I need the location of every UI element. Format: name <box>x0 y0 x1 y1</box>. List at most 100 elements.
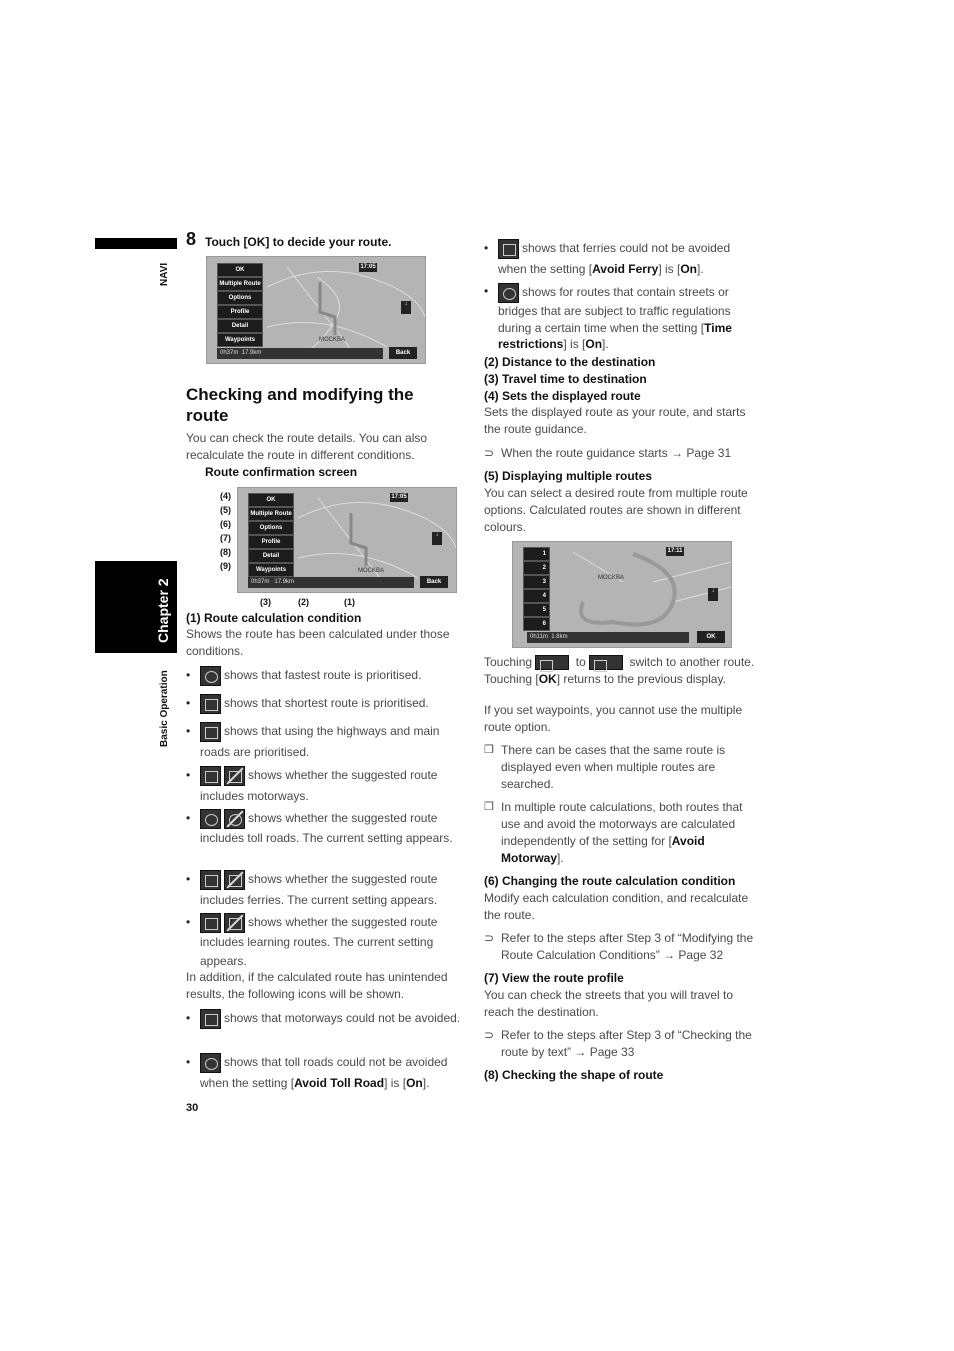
chapter-label: Chapter 2 <box>155 578 171 643</box>
options-button[interactable]: Options <box>248 521 294 535</box>
page-reference[interactable]: ⊃ When the route guidance starts → Page 3… <box>484 445 761 462</box>
profile-button[interactable]: Profile <box>217 305 263 319</box>
toll-road-icon <box>200 809 221 829</box>
heading-travel-time: (3) Travel time to destination <box>484 372 647 386</box>
list-item: • shows whether the suggested route inclu… <box>186 765 462 807</box>
callout-3: (3) <box>260 597 271 607</box>
paragraph: You can check the streets that you will … <box>484 988 734 1019</box>
route-info-bar: 0h37m 17.9km <box>248 577 414 588</box>
paragraph: Modify each calculation condition, and r… <box>484 891 749 922</box>
options-button[interactable]: Options <box>217 291 263 305</box>
travel-time: 0h37m <box>220 350 239 356</box>
shortest-route-icon <box>200 693 221 714</box>
city-label: MOCKBA <box>598 575 625 581</box>
profile-button[interactable]: Profile <box>248 535 294 549</box>
ok-button[interactable]: OK <box>697 631 725 643</box>
heading-shape-of-route: (8) Checking the shape of route <box>484 1068 664 1082</box>
north-icon[interactable]: ↓ <box>708 588 718 601</box>
chapter-bar <box>95 238 177 249</box>
main-roads-icon <box>200 721 221 742</box>
step-text: Touch [OK] to decide your route. <box>205 235 392 249</box>
paragraph: Touching to switch to another route. Tou… <box>484 655 755 686</box>
clock: 17:11 <box>666 547 684 556</box>
list-item: • shows that motorways could not be avoid… <box>186 1008 462 1029</box>
route-confirmation-screenshot: OK Multiple Route Options Profile Detail… <box>237 487 457 593</box>
ferry-icon <box>200 869 221 890</box>
paragraph: If you set waypoints, you cannot use the… <box>484 703 743 734</box>
heading-route-calculation-condition: (1) Route calculation condition <box>186 611 362 625</box>
learning-route-icon <box>200 913 221 933</box>
motorway-not-avoided-icon <box>200 1008 221 1029</box>
note: ❒ In multiple route calculations, both ro… <box>484 800 743 865</box>
waypoints-button[interactable]: Waypoints <box>217 333 263 347</box>
route-6-icon <box>589 655 624 673</box>
callout-2: (2) <box>298 597 309 607</box>
heading-multiple-routes: (5) Displaying multiple routes <box>484 469 653 483</box>
back-button[interactable]: Back <box>389 347 417 359</box>
route-info-bar: 0h37m 17.9km <box>217 348 383 359</box>
fastest-route-icon <box>200 665 221 686</box>
multiple-route-button[interactable]: Multiple Route <box>248 507 294 521</box>
page-reference[interactable]: ⊃ Refer to the steps after Step 3 of “Che… <box>484 1027 761 1061</box>
waypoints-button[interactable]: Waypoints <box>248 563 294 577</box>
step-number: 8 <box>186 229 197 249</box>
callout-5: (5) <box>220 505 231 515</box>
route-4-button[interactable]: 4 <box>523 589 550 603</box>
clock: 17:05 <box>359 263 377 272</box>
distance: 17.9km <box>274 579 295 585</box>
north-icon[interactable]: ↓ <box>432 532 442 545</box>
route-1-button[interactable]: 1 <box>523 547 550 561</box>
route-screenshot-1: OK Multiple Route Options Profile Detail… <box>206 256 426 364</box>
note: ❒ There can be cases that the same route … <box>484 743 726 791</box>
list-item: • shows whether the suggested route inclu… <box>186 913 438 968</box>
callout-9: (9) <box>220 561 231 571</box>
page-number: 30 <box>186 1102 199 1114</box>
city-label: MOCKBA <box>319 337 346 343</box>
time-restriction-icon <box>498 283 519 303</box>
list-item: • shows that toll roads could not be avoi… <box>186 1052 465 1094</box>
toll-road-avoided-icon <box>224 809 245 829</box>
motorway-icon <box>200 765 221 786</box>
ferry-not-avoided-icon <box>498 238 519 259</box>
section-intro: You can check the route details. You can… <box>186 431 428 462</box>
multiple-routes-screenshot: 1 2 3 4 5 6 17:11 MOCKBA ↓ 0h11m 1.8km O… <box>512 541 732 648</box>
heading-changing-condition: (6) Changing the route calculation condi… <box>484 874 736 888</box>
page-reference[interactable]: ⊃ Refer to the steps after Step 3 of “Mod… <box>484 930 761 964</box>
travel-time: 0h37m <box>251 579 270 585</box>
callout-7: (7) <box>220 533 231 543</box>
toll-not-avoided-icon <box>200 1052 221 1073</box>
callout-4: (4) <box>220 491 231 501</box>
travel-time: 0h11m <box>530 634 548 640</box>
callout-1: (1) <box>344 597 355 607</box>
list-item: • shows that fastest route is prioritised… <box>186 665 462 686</box>
paragraph: Shows the route has been calculated unde… <box>186 627 450 658</box>
route-2-button[interactable]: 2 <box>523 561 550 575</box>
detail-button[interactable]: Detail <box>248 549 294 563</box>
multiple-route-button[interactable]: Multiple Route <box>217 277 263 291</box>
city-label: MOCKBA <box>358 568 385 574</box>
section-title: Checking and modifying the route <box>186 385 414 425</box>
distance: 17.9km <box>241 350 262 356</box>
list-item: • shows that using the highways and main … <box>186 721 462 763</box>
ferry-avoided-icon <box>224 869 245 890</box>
paragraph: Sets the displayed route as your route, … <box>484 405 746 436</box>
clock: 17:05 <box>390 493 408 502</box>
ok-button[interactable]: OK <box>248 493 294 507</box>
list-item: • shows whether the suggested route inclu… <box>186 809 453 845</box>
route-6-button[interactable]: 6 <box>523 617 550 631</box>
navi-label: NAVI <box>159 262 170 286</box>
back-button[interactable]: Back <box>420 576 448 588</box>
section-label: Basic Operation <box>159 670 170 747</box>
detail-button[interactable]: Detail <box>217 319 263 333</box>
route-info-bar: 0h11m 1.8km <box>527 632 689 643</box>
list-item: • shows for routes that contain streets o… <box>484 283 732 351</box>
paragraph: You can select a desired route from mult… <box>484 486 748 534</box>
heading-sets-route: (4) Sets the displayed route <box>484 389 641 403</box>
ok-button[interactable]: OK <box>217 263 263 277</box>
route-3-button[interactable]: 3 <box>523 575 550 589</box>
distance: 1.8km <box>551 634 568 640</box>
north-icon[interactable]: ↓ <box>401 301 411 314</box>
list-item: • shows that shortest route is prioritise… <box>186 693 462 714</box>
heading-route-profile: (7) View the route profile <box>484 971 624 985</box>
route-5-button[interactable]: 5 <box>523 603 550 617</box>
